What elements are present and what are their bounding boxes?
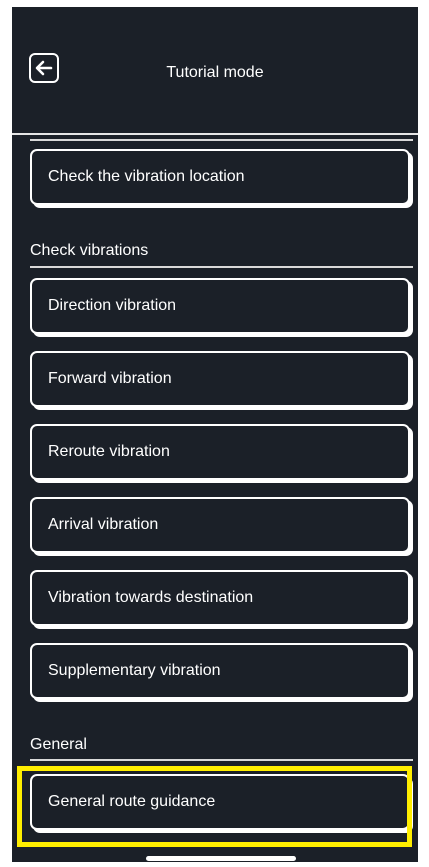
tutorial-screen: Tutorial mode Check the vibration locati… (12, 7, 418, 862)
supplementary-vibration-button[interactable]: Supplementary vibration (30, 643, 410, 699)
header-divider (12, 133, 418, 135)
check-vibration-location-button[interactable]: Check the vibration location (30, 149, 410, 205)
section-divider (30, 139, 413, 141)
arrival-vibration-button[interactable]: Arrival vibration (30, 497, 410, 553)
home-indicator (146, 856, 296, 861)
highlight-box (17, 766, 412, 847)
forward-vibration-button[interactable]: Forward vibration (30, 351, 410, 407)
section-divider (30, 759, 413, 761)
section-label-general: General (30, 736, 87, 753)
direction-vibration-button[interactable]: Direction vibration (30, 278, 410, 334)
header-bar: Tutorial mode (12, 7, 418, 135)
section-label-check-vibrations: Check vibrations (30, 242, 149, 259)
section-divider (30, 266, 413, 268)
reroute-vibration-button[interactable]: Reroute vibration (30, 424, 410, 480)
page-title: Tutorial mode (166, 64, 264, 81)
vibration-towards-destination-button[interactable]: Vibration towards destination (30, 570, 410, 626)
